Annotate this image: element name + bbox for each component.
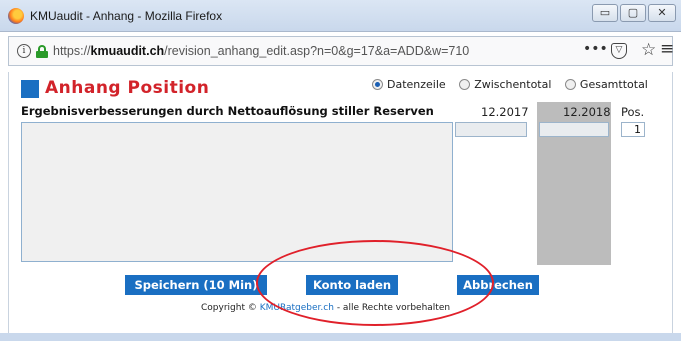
radio-gesamttotal[interactable]	[564, 78, 576, 90]
radio-datenzeile[interactable]	[372, 78, 383, 90]
window-titlebar: KMUaudit - Anhang - Mozilla Firefox ▭ ▢ …	[0, 0, 681, 32]
value-2017-input[interactable]	[455, 122, 527, 137]
url-prefix: https://	[53, 44, 91, 58]
minimize-button[interactable]: ▭	[592, 4, 618, 22]
page-title: Anhang Position	[45, 78, 210, 98]
more-actions-icon[interactable]: •••	[583, 41, 608, 57]
lock-icon[interactable]	[36, 45, 48, 58]
pocket-icon[interactable]: ▽	[611, 43, 627, 59]
save-button[interactable]: Speichern (10 Min)	[125, 275, 267, 295]
column-header-2018: 12.2018	[563, 105, 611, 119]
close-button[interactable]: ✕	[648, 4, 676, 22]
row-heading: Ergebnisverbesserungen durch Nettoauflös…	[21, 104, 434, 118]
address-bar[interactable]: i https://kmuaudit.ch/revision_anhang_ed…	[8, 36, 673, 66]
radio-label-zwischentotal: Zwischentotal	[474, 78, 552, 91]
url-text[interactable]: https://kmuaudit.ch/revision_anhang_edit…	[53, 44, 469, 58]
page-content: Anhang Position Datenzeile Zwischentotal…	[8, 72, 673, 341]
row-type-radio-group: Datenzeile Zwischentotal Gesamttotal	[372, 78, 648, 91]
hamburger-menu-icon[interactable]: ≡	[660, 39, 674, 59]
column-header-2017: 12.2017	[481, 105, 529, 119]
bookmark-star-icon[interactable]: ☆	[641, 40, 656, 60]
square-logo-icon	[21, 80, 39, 98]
value-2018-input[interactable]	[539, 122, 609, 137]
radio-zwischentotal[interactable]	[459, 78, 471, 90]
url-host: kmuaudit.ch	[90, 44, 165, 58]
maximize-button[interactable]: ▢	[620, 4, 646, 22]
url-path: /revision_anhang_edit.asp?n=0&g=17&a=ADD…	[164, 44, 470, 58]
info-icon[interactable]: i	[17, 44, 31, 58]
kmuratgeber-link[interactable]: KMURatgeber.ch	[260, 303, 334, 313]
window-title: KMUaudit - Anhang - Mozilla Firefox	[30, 9, 223, 23]
window-bottom-border	[0, 333, 681, 341]
radio-label-datenzeile: Datenzeile	[387, 78, 446, 91]
radio-label-gesamttotal: Gesamttotal	[579, 78, 648, 91]
copyright-suffix: - alle Rechte vorbehalten	[333, 303, 451, 313]
text-area[interactable]	[21, 122, 453, 262]
position-input[interactable]: 1	[621, 122, 645, 137]
copyright-prefix: Copyright ©	[201, 303, 260, 313]
column-header-pos: Pos.	[621, 105, 645, 119]
copyright-notice: Copyright © KMURatgeber.ch - alle Rechte…	[201, 303, 450, 313]
cancel-button[interactable]: Abbrechen	[457, 275, 539, 295]
firefox-icon	[8, 8, 24, 24]
load-account-button[interactable]: Konto laden	[306, 275, 398, 295]
